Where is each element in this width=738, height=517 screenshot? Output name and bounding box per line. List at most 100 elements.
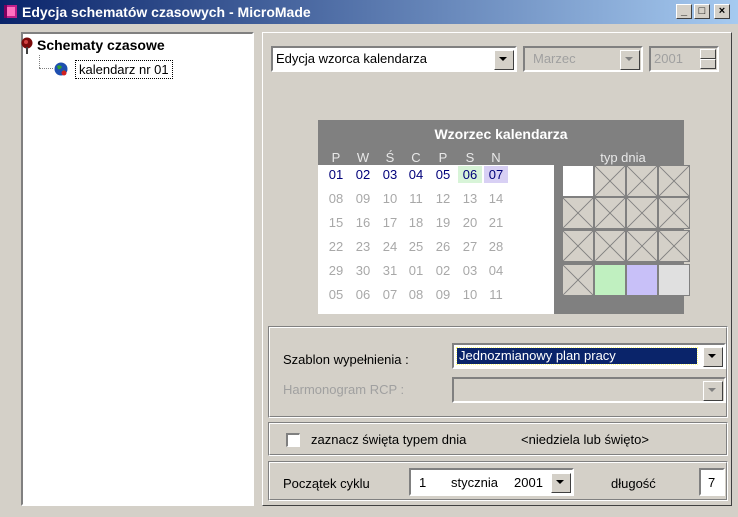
calendar-day[interactable]: 20: [458, 214, 482, 231]
app-icon: [4, 5, 17, 18]
chevron-down-icon[interactable]: [551, 473, 571, 493]
calendar-days[interactable]: 01 02 03 04 05 06 07 08 09 10 11 12 13 14 15 16 17 18 19 20…: [318, 165, 554, 314]
typ-dnia-empty-cell[interactable]: [562, 230, 594, 262]
calendar-day[interactable]: 23: [351, 238, 375, 255]
typ-dnia-swatch[interactable]: [658, 264, 690, 296]
typ-dnia-empty-cell[interactable]: [626, 197, 658, 229]
calendar-day[interactable]: 03: [378, 166, 402, 183]
szablon-select[interactable]: Jednozmianowy plan pracy: [452, 343, 726, 369]
calendar-day[interactable]: 08: [404, 286, 428, 303]
chevron-down-icon[interactable]: [703, 347, 723, 367]
calendar-day[interactable]: 08: [324, 190, 348, 207]
holiday-hint: <niedziela lub święto>: [521, 432, 649, 447]
calendar-day[interactable]: 05: [431, 166, 455, 183]
calendar-day[interactable]: 26: [431, 238, 455, 255]
typ-dnia-empty-cell[interactable]: [594, 165, 626, 197]
calendar-day[interactable]: 02: [431, 262, 455, 279]
length-label: długość: [611, 476, 656, 491]
calendar-title: Wzorzec kalendarza: [318, 120, 684, 148]
calendar-day[interactable]: 11: [484, 286, 508, 303]
calendar-day[interactable]: 25: [404, 238, 428, 255]
schema-tree[interactable]: Schematy czasowe kalendarz nr 01: [21, 32, 254, 506]
tree-item-kalendarz[interactable]: kalendarz nr 01: [75, 60, 173, 79]
year-spinner: 2001: [649, 46, 719, 72]
chevron-down-icon: [703, 381, 723, 401]
typ-dnia-empty-cell[interactable]: [626, 165, 658, 197]
calendar-day[interactable]: 14: [484, 190, 508, 207]
calendar-grid: PWŚCPSN typ dnia 01 02 03 04 05 06 07 08 09 10 11 1…: [318, 148, 690, 314]
minimize-button[interactable]: _: [676, 4, 692, 19]
harmonogram-label: Harmonogram RCP :: [283, 382, 405, 397]
title-bar[interactable]: Edycja schematów czasowych - MicroMade _…: [0, 0, 738, 24]
typ-dnia-empty-cell[interactable]: [658, 230, 690, 262]
calendar-day[interactable]: 06: [351, 286, 375, 303]
month-select: Marzec: [523, 46, 643, 72]
calendar-day[interactable]: 07: [484, 166, 508, 183]
calendar-day[interactable]: 15: [324, 214, 348, 231]
typ-dnia-swatch[interactable]: [626, 264, 658, 296]
length-input[interactable]: 7: [699, 468, 725, 496]
calendar-day[interactable]: 24: [378, 238, 402, 255]
day-header: N: [491, 150, 501, 165]
day-header: Ś: [385, 150, 395, 165]
calendar-day[interactable]: 04: [484, 262, 508, 279]
calendar-day[interactable]: 03: [458, 262, 482, 279]
calendar-day[interactable]: 19: [431, 214, 455, 231]
typ-dnia-empty-cell[interactable]: [626, 230, 658, 262]
maximize-button[interactable]: □: [694, 4, 710, 19]
mode-select[interactable]: Edycja wzorca kalendarza: [271, 46, 517, 72]
calendar-day[interactable]: 18: [404, 214, 428, 231]
chevron-down-icon[interactable]: [494, 50, 514, 70]
typ-dnia-empty-cell[interactable]: [658, 165, 690, 197]
calendar-day[interactable]: 11: [404, 190, 428, 207]
calendar-day[interactable]: 09: [351, 190, 375, 207]
day-header: W: [356, 150, 370, 165]
tree-root-label[interactable]: Schematy czasowe: [37, 37, 165, 53]
szablon-select-value: Jednozmianowy plan pracy: [456, 347, 698, 365]
day-header: P: [438, 150, 448, 165]
calendar-day[interactable]: 16: [351, 214, 375, 231]
typ-dnia-empty-cell[interactable]: [562, 264, 594, 296]
calendar-day[interactable]: 02: [351, 166, 375, 183]
typ-dnia-empty-cell[interactable]: [594, 230, 626, 262]
calendar-day[interactable]: 06: [458, 166, 482, 183]
calendar-day[interactable]: 07: [378, 286, 402, 303]
calendar-day[interactable]: 10: [458, 286, 482, 303]
calendar-day[interactable]: 09: [431, 286, 455, 303]
typ-dnia-swatch[interactable]: [594, 264, 626, 296]
typ-dnia-empty-cell[interactable]: [594, 197, 626, 229]
calendar-day[interactable]: 22: [324, 238, 348, 255]
szablon-label: Szablon wypełnienia :: [283, 352, 409, 367]
calendar-day[interactable]: 30: [351, 262, 375, 279]
cycle-start-label: Początek cyklu: [283, 476, 370, 491]
day-header: P: [331, 150, 341, 165]
cycle-start-year: 2001: [514, 475, 543, 490]
calendar-day[interactable]: 28: [484, 238, 508, 255]
cycle-start-date-select[interactable]: 1 stycznia 2001: [409, 468, 574, 496]
calendar-day[interactable]: 12: [431, 190, 455, 207]
template-group: Szablon wypełnienia : Jednozmianowy plan…: [268, 326, 728, 418]
calendar-day[interactable]: 01: [404, 262, 428, 279]
typ-dnia-empty-cell[interactable]: [658, 197, 690, 229]
calendar-day[interactable]: 21: [484, 214, 508, 231]
typ-dnia-empty-cell[interactable]: [562, 197, 594, 229]
year-spinner-value: 2001: [654, 51, 683, 66]
calendar-day[interactable]: 17: [378, 214, 402, 231]
day-header: C: [411, 150, 421, 165]
calendar-day[interactable]: 31: [378, 262, 402, 279]
calendar-day[interactable]: 13: [458, 190, 482, 207]
calendar-separator: [554, 148, 562, 314]
tree-connector: [39, 68, 53, 69]
day-header: S: [465, 150, 475, 165]
close-button[interactable]: ×: [714, 4, 730, 19]
holiday-group: zaznacz święta typem dnia <niedziela lub…: [268, 422, 728, 456]
calendar-day[interactable]: 10: [378, 190, 402, 207]
typ-dnia-swatch[interactable]: [562, 165, 594, 197]
calendar-day[interactable]: 04: [404, 166, 428, 183]
calendar-day[interactable]: 01: [324, 166, 348, 183]
holiday-checkbox-label[interactable]: zaznacz święta typem dnia: [311, 432, 466, 447]
holiday-checkbox[interactable]: [286, 433, 300, 447]
calendar-day[interactable]: 05: [324, 286, 348, 303]
calendar-day[interactable]: 27: [458, 238, 482, 255]
calendar-day[interactable]: 29: [324, 262, 348, 279]
